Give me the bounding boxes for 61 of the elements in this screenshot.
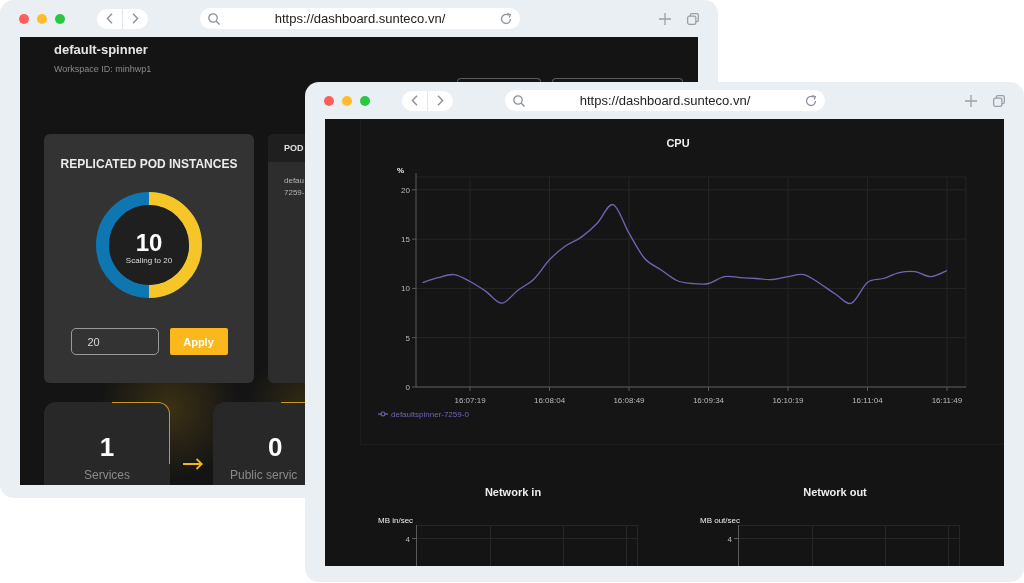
reload-icon[interactable] [805,94,817,107]
reload-icon[interactable] [500,12,512,25]
back-button[interactable] [97,8,122,29]
address-bar[interactable]: https://dashboard.sunteco.vn/ [200,8,520,29]
instance-count: 10 [135,230,163,256]
chart-title: CPU [666,137,690,149]
replica-count-input[interactable]: 20 [70,328,159,355]
close-button[interactable] [19,13,29,24]
plus-icon[interactable] [965,94,977,107]
forward-button[interactable] [427,90,453,111]
chart-title: Network in [484,486,542,498]
y-tick-label: 15 [401,235,410,245]
chevron-left-icon [106,13,113,24]
stat-value: 1 [99,432,115,462]
legend-label[interactable]: defaultspinner-7259-0 [391,410,469,419]
minimize-button[interactable] [342,95,352,106]
y-tick-label: 0 [405,383,410,392]
stat-label: Services [84,468,130,482]
y-tick-label: 10 [401,284,410,294]
y-tick-label: 5 [405,333,410,343]
stacked-squares-icon[interactable] [993,94,1005,107]
workspace-id: Workspace ID: minhwp1 [54,64,152,75]
minimize-button[interactable] [37,13,47,24]
x-tick-label: 16:07:19 [454,396,486,405]
zoom-button[interactable] [55,13,65,24]
search-icon [208,12,220,25]
chevron-right-icon [437,95,444,106]
close-button[interactable] [324,95,334,106]
plus-icon[interactable] [659,12,671,25]
chart-title: Network out [803,486,867,498]
highlight-border [112,402,170,464]
x-tick-label: 16:08:49 [613,396,645,405]
arrow-right-icon [183,458,203,470]
back-button[interactable] [402,90,427,111]
x-tick-label: 16:09:34 [692,396,725,405]
axis-label: % [397,166,405,175]
chevron-left-icon [411,95,418,106]
chevron-right-icon [132,13,139,24]
x-tick-label: 16:11:04 [852,396,883,405]
stat-label: Public servic [230,468,298,482]
y-tick-label: 4 [405,534,410,544]
axis-label: MB in/sec [378,516,414,525]
stat-value: 0 [268,432,283,462]
workspace-name: default-spinner [54,42,149,58]
x-tick-label: 16:10:19 [772,396,804,405]
zoom-button[interactable] [360,95,370,106]
search-icon [513,94,525,107]
forward-button[interactable] [122,8,148,29]
pod-name-text: 7259- [284,187,305,199]
x-tick-label: 16:11:49 [931,396,963,405]
x-tick-label: 16:08:04 [533,396,566,405]
card-header: POD [268,134,305,162]
card-title: REPLICATED POD INSTANCES [60,156,238,172]
y-tick-label: 20 [401,185,410,195]
y-tick-label: 4 [727,534,732,544]
legend-line-icon[interactable] [377,411,389,417]
pod-name-text: defau [284,175,305,187]
axis-label: MB out/sec [700,516,740,525]
stacked-squares-icon[interactable] [687,12,699,25]
scaling-caption: Scaling to 20 [125,256,173,266]
address-bar[interactable]: https://dashboard.sunteco.vn/ [505,90,825,111]
